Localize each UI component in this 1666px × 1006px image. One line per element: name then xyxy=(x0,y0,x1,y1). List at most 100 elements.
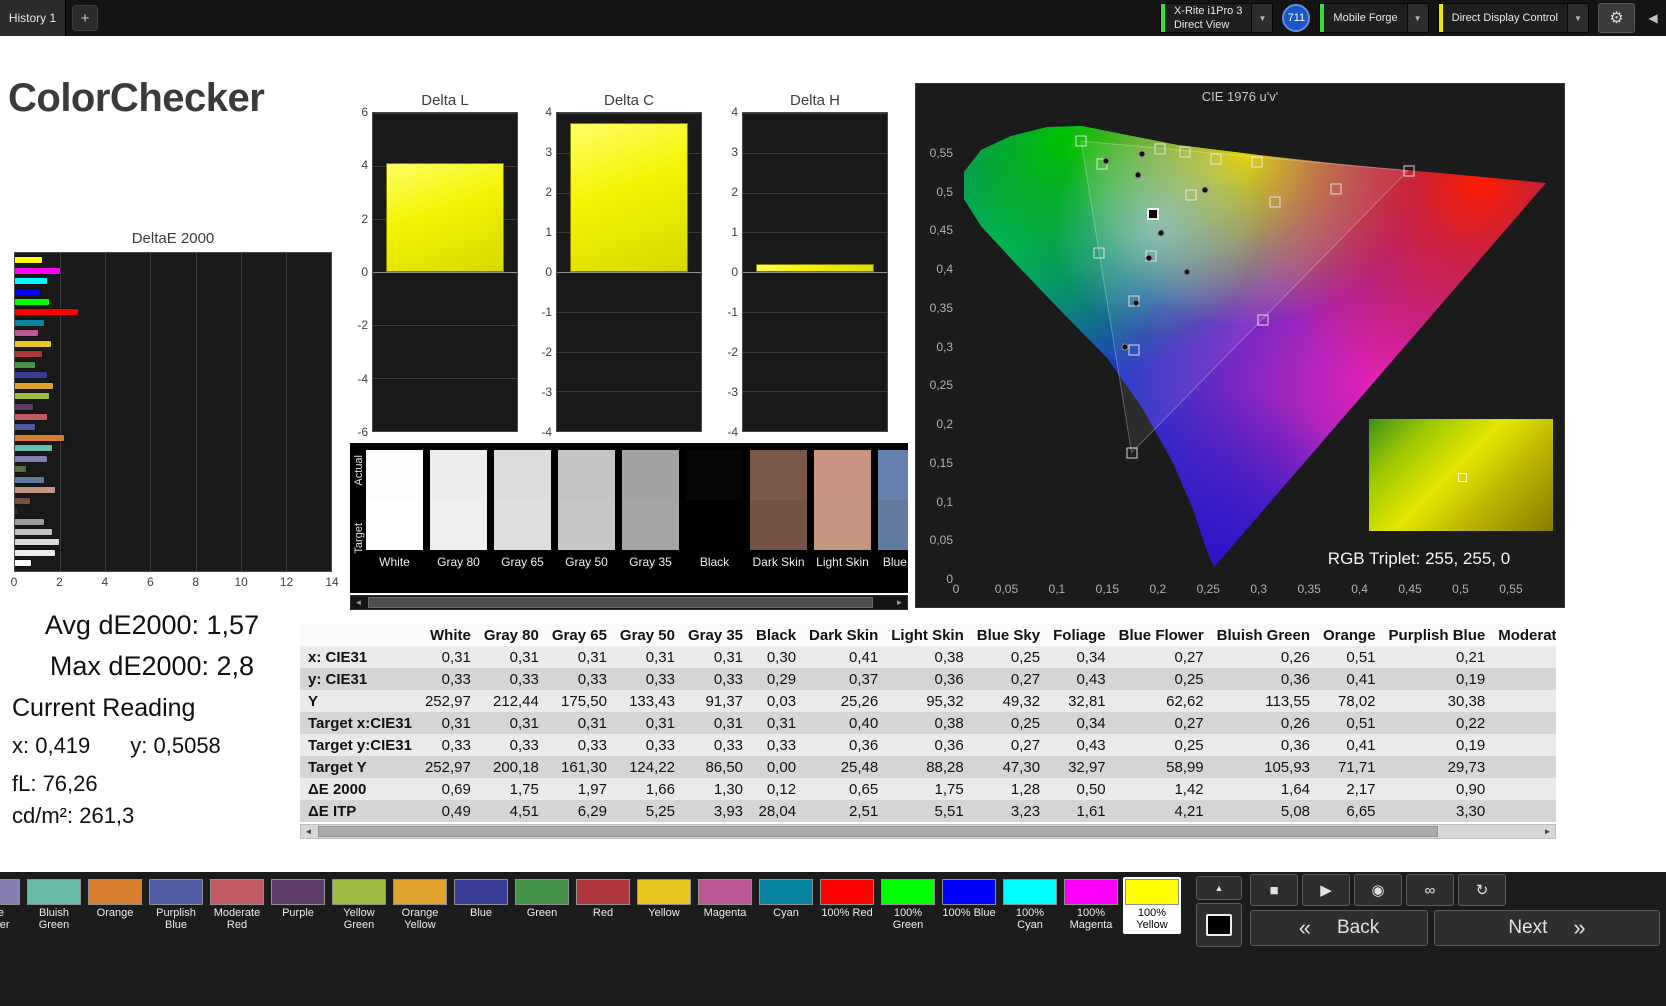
delta-h-plot xyxy=(742,112,888,432)
patch-button-magenta[interactable]: Magenta xyxy=(696,877,754,934)
deltaL-gridline xyxy=(373,431,517,432)
scrollbar-track[interactable] xyxy=(366,596,892,609)
table-cell: 0,38 xyxy=(887,712,973,734)
back-button[interactable]: « Back xyxy=(1250,910,1428,946)
patch-button-red[interactable]: Red xyxy=(574,877,632,934)
chevron-down-icon[interactable]: ▼ xyxy=(1251,4,1272,32)
patch-button-100-yellow[interactable]: 100% Yellow xyxy=(1123,877,1181,934)
cie-point-target xyxy=(1269,197,1280,208)
table-scrollbar[interactable]: ◄ ► xyxy=(300,824,1556,839)
deltaL-ytick: 4 xyxy=(361,158,368,172)
patch-swatch xyxy=(0,879,20,905)
measure-icon: ◉ xyxy=(1371,881,1384,899)
deltaL-gridline xyxy=(373,325,517,326)
tab-history[interactable]: History 1 xyxy=(0,0,66,36)
table-col-bluish-green: Bluish Green xyxy=(1213,624,1319,646)
patch-button-blue[interactable]: Blue xyxy=(452,877,510,934)
patch-button-100-cyan[interactable]: 100% Cyan xyxy=(1001,877,1059,934)
swatch-gray-80: Gray 80 xyxy=(430,450,487,569)
scrollbar-track[interactable] xyxy=(316,825,1540,838)
refresh-button[interactable]: ↻ xyxy=(1458,874,1506,906)
deltaH-bar xyxy=(756,264,874,272)
table-row-target-x-cie31: Target x:CIE310,310,310,310,310,310,310,… xyxy=(300,712,1556,734)
table-cell: 0,37 xyxy=(805,668,887,690)
scrollbar-thumb[interactable] xyxy=(318,826,1438,837)
table-cell: 1,30 xyxy=(684,778,752,800)
patch-button-100-magenta[interactable]: 100% Magenta xyxy=(1062,877,1120,934)
patch-label: Yellow Green xyxy=(332,907,386,932)
display-control-selector[interactable]: Direct Display Control ▼ xyxy=(1438,3,1589,33)
table-cell: 0,33 xyxy=(548,734,616,756)
meter-count-badge[interactable]: 711 xyxy=(1282,4,1310,32)
patch-label: 100% Magenta xyxy=(1064,907,1118,932)
swatch-label: Blue Sky xyxy=(878,555,908,569)
deltae-bar-gray-35 xyxy=(15,519,44,525)
scrollbar-thumb[interactable] xyxy=(368,597,873,608)
scroll-right-icon[interactable]: ► xyxy=(892,596,907,609)
table-cell: 0,31 xyxy=(752,712,805,734)
patch-button-yellow-green[interactable]: Yellow Green xyxy=(330,877,388,934)
scroll-left-icon[interactable]: ◄ xyxy=(351,596,366,609)
add-tab-button[interactable]: + xyxy=(72,5,98,31)
deltaC-gridline xyxy=(557,312,701,313)
pattern-window-button[interactable] xyxy=(1196,903,1242,947)
table-cell: 1,75 xyxy=(887,778,973,800)
delta-c-ylabels: 43210-1-2-3-4 xyxy=(534,112,554,432)
table-cell: 4,21 xyxy=(1115,800,1213,822)
patch-button-100-blue[interactable]: 100% Blue xyxy=(940,877,998,934)
deltaL-ytick: 6 xyxy=(361,105,368,119)
patch-button-orange-yellow[interactable]: Orange Yellow xyxy=(391,877,449,934)
patch-button-blue-flower[interactable]: Blue Flower xyxy=(0,877,22,934)
next-button[interactable]: Next » xyxy=(1434,910,1660,946)
table-cell: 105,93 xyxy=(1213,756,1319,778)
deltaC-gridline xyxy=(557,431,701,432)
patch-button-moderate-red[interactable]: Moderate Red xyxy=(208,877,266,934)
play-icon: ▶ xyxy=(1320,881,1332,899)
table-cell: 0,33 xyxy=(421,734,480,756)
swatch-scrollbar[interactable]: ◄ ► xyxy=(350,595,908,610)
patch-label: 100% Green xyxy=(881,907,935,932)
patch-button-cyan[interactable]: Cyan xyxy=(757,877,815,934)
deltaH-gridline xyxy=(743,391,887,392)
loop-button[interactable]: ∞ xyxy=(1406,874,1454,906)
cie-xtick: 0,1 xyxy=(1049,582,1066,596)
play-button[interactable]: ▶ xyxy=(1302,874,1350,906)
table-cell: 0,31 xyxy=(1494,668,1556,690)
table-cell: 0,43 xyxy=(1049,668,1115,690)
patch-button-purple[interactable]: Purple xyxy=(269,877,327,934)
patch-button-orange[interactable]: Orange xyxy=(86,877,144,934)
swatch-row: WhiteGray 80Gray 65Gray 50Gray 35BlackDa… xyxy=(366,450,908,569)
chevron-down-icon[interactable]: ▼ xyxy=(1407,4,1428,32)
deltaC-gridline xyxy=(557,352,701,353)
scroll-left-icon[interactable]: ◄ xyxy=(301,825,316,838)
patch-label: 100% Blue xyxy=(942,907,996,932)
patch-button-100-green[interactable]: 100% Green xyxy=(879,877,937,934)
source-selector[interactable]: Mobile Forge ▼ xyxy=(1319,3,1428,33)
deltae-chart-title: DeltaE 2000 xyxy=(14,230,332,250)
single-measure-button[interactable]: ◉ xyxy=(1354,874,1402,906)
deltaC-gridline xyxy=(557,113,701,114)
gear-icon[interactable]: ⚙ xyxy=(1598,3,1635,33)
swatch-gray-50: Gray 50 xyxy=(558,450,615,569)
patch-button-purplish-blue[interactable]: Purplish Blue xyxy=(147,877,205,934)
cie-point-current xyxy=(1147,208,1159,220)
meter-selector[interactable]: X-Rite i1Pro 3 Direct View ▼ xyxy=(1160,3,1273,33)
patch-button-100-red[interactable]: 100% Red xyxy=(818,877,876,934)
cie-xtick: 0,55 xyxy=(1499,582,1522,596)
meter-line1: X-Rite i1Pro 3 xyxy=(1174,4,1242,18)
back-chevrons-icon: « xyxy=(1299,915,1311,941)
table-header-row: WhiteGray 80Gray 65Gray 50Gray 35BlackDa… xyxy=(300,624,1556,646)
collapse-panel-icon[interactable]: ◀ xyxy=(1644,3,1662,33)
table-cell: 161,30 xyxy=(548,756,616,778)
current-x: x: 0,419 xyxy=(12,733,90,759)
patch-button-green[interactable]: Green xyxy=(513,877,571,934)
chevron-down-icon[interactable]: ▼ xyxy=(1567,4,1588,32)
cie-point-actual xyxy=(1103,158,1110,165)
patch-button-bluish-green[interactable]: Bluish Green xyxy=(25,877,83,934)
patch-button-yellow[interactable]: Yellow xyxy=(635,877,693,934)
results-table: WhiteGray 80Gray 65Gray 50Gray 35BlackDa… xyxy=(300,624,1556,822)
stop-button[interactable]: ■ xyxy=(1250,874,1298,906)
pattern-up-button[interactable]: ▲ xyxy=(1196,876,1242,900)
scroll-right-icon[interactable]: ► xyxy=(1540,825,1555,838)
cie-point-target xyxy=(1180,146,1191,157)
